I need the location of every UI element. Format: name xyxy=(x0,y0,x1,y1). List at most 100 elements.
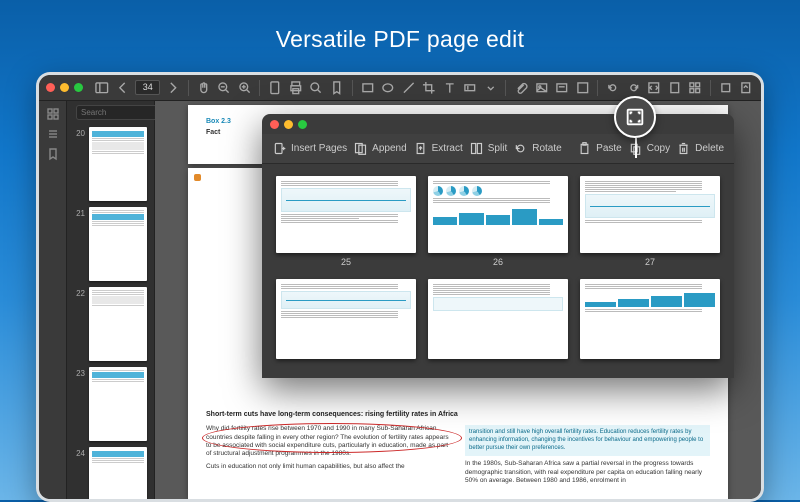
page-number-input[interactable]: 34 xyxy=(135,80,160,95)
text-tool-icon[interactable] xyxy=(442,80,458,96)
page-grid[interactable]: 25 26 27 xyxy=(262,164,734,378)
page-thumbnail[interactable]: 27 xyxy=(580,176,720,267)
sidebar-toggle-icon[interactable] xyxy=(94,80,110,96)
print-icon[interactable] xyxy=(288,80,304,96)
separator xyxy=(188,80,189,96)
fit-width-icon[interactable] xyxy=(646,80,662,96)
thumbnail-number: 21 xyxy=(73,207,85,218)
thumbnail-page[interactable] xyxy=(89,287,147,361)
separator xyxy=(259,80,260,96)
insert-pages-button[interactable]: Insert Pages xyxy=(272,141,347,156)
more-icon[interactable] xyxy=(575,80,591,96)
rotate-left-icon[interactable] xyxy=(605,80,621,96)
fullscreen-button[interactable] xyxy=(74,83,83,92)
chevron-down-icon[interactable] xyxy=(483,80,499,96)
stamp-icon[interactable] xyxy=(554,80,570,96)
highlighted-text: transition and still have high overall f… xyxy=(465,425,710,456)
hand-tool-icon[interactable] xyxy=(196,80,212,96)
page-editor-panel: Insert Pages Append Extract Split Rotate… xyxy=(262,114,734,378)
outline-mode-icon[interactable] xyxy=(46,127,60,141)
thumbnail-page[interactable] xyxy=(89,447,147,499)
export-icon[interactable] xyxy=(738,80,754,96)
page-number-label: 27 xyxy=(645,257,655,267)
thumbnail-number: 23 xyxy=(73,367,85,378)
textbox-tool-icon[interactable] xyxy=(462,80,478,96)
share-icon[interactable] xyxy=(718,80,734,96)
thumbnail-item[interactable]: 22 xyxy=(73,287,148,361)
thumbnail-sidebar: 20 21 22 23 xyxy=(67,101,155,499)
fullscreen-button[interactable] xyxy=(298,120,307,129)
thumbnail-item[interactable]: 21 xyxy=(73,207,148,281)
zoom-in-icon[interactable] xyxy=(237,80,253,96)
crop-tool-icon[interactable] xyxy=(421,80,437,96)
annotation-marker-icon[interactable] xyxy=(194,174,201,181)
page-thumbnail[interactable] xyxy=(428,279,568,370)
bookmark-icon[interactable] xyxy=(329,80,345,96)
text-columns: Why did fertility rates rise between 197… xyxy=(206,425,710,486)
button-label: Delete xyxy=(695,143,724,154)
paste-button[interactable]: Paste xyxy=(577,141,622,156)
body-text: Cuts in education not only limit human c… xyxy=(206,463,451,471)
separator xyxy=(710,80,711,96)
thumbnail-page[interactable] xyxy=(89,127,147,201)
page-thumbnail[interactable]: 25 xyxy=(276,176,416,267)
section-heading: Short-term cuts have long-term consequen… xyxy=(206,410,710,419)
rotate-button[interactable]: Rotate xyxy=(513,141,561,156)
separator xyxy=(505,80,506,96)
page-thumbnail[interactable]: 26 xyxy=(428,176,568,267)
bookmarks-mode-icon[interactable] xyxy=(46,147,60,161)
image-tool-icon[interactable] xyxy=(534,80,550,96)
prev-page-icon[interactable] xyxy=(115,80,131,96)
page-editor-toolbar: Insert Pages Append Extract Split Rotate… xyxy=(262,134,734,164)
thumbnail-page[interactable] xyxy=(89,367,147,441)
callout-connector xyxy=(635,138,637,158)
rect-tool-icon[interactable] xyxy=(360,80,376,96)
circle-tool-icon[interactable] xyxy=(380,80,396,96)
line-tool-icon[interactable] xyxy=(401,80,417,96)
attachment-icon[interactable] xyxy=(513,80,529,96)
split-button[interactable]: Split xyxy=(469,141,507,156)
button-label: Insert Pages xyxy=(291,143,347,154)
oval-annotation[interactable] xyxy=(202,423,462,453)
mode-strip xyxy=(39,101,67,499)
separator xyxy=(352,80,353,96)
panel-titlebar xyxy=(262,114,734,134)
search-icon[interactable] xyxy=(308,80,324,96)
callout-highlight xyxy=(614,96,656,138)
thumbnail-number: 24 xyxy=(73,447,85,458)
fit-screen-icon xyxy=(624,106,646,128)
separator xyxy=(597,80,598,96)
button-label: Copy xyxy=(647,143,670,154)
thumbnail-item[interactable]: 20 xyxy=(73,127,148,201)
extract-button[interactable]: Extract xyxy=(413,141,463,156)
thumbnail-number: 20 xyxy=(73,127,85,138)
main-toolbar: 34 xyxy=(39,75,761,101)
close-button[interactable] xyxy=(46,83,55,92)
window-controls xyxy=(46,83,83,92)
page-number-label: 25 xyxy=(341,257,351,267)
thumbnail-number: 22 xyxy=(73,287,85,298)
thumbnails-mode-icon[interactable] xyxy=(46,107,60,121)
page-thumbnail[interactable] xyxy=(276,279,416,370)
zoom-out-icon[interactable] xyxy=(216,80,232,96)
next-page-icon[interactable] xyxy=(165,80,181,96)
page-thumbnail[interactable] xyxy=(580,279,720,370)
promo-headline: Versatile PDF page edit xyxy=(0,0,800,53)
button-label: Extract xyxy=(432,143,463,154)
minimize-button[interactable] xyxy=(60,83,69,92)
grid-icon[interactable] xyxy=(687,80,703,96)
append-button[interactable]: Append xyxy=(353,141,406,156)
button-label: Split xyxy=(488,143,507,154)
page-icon[interactable] xyxy=(267,80,283,96)
thumbnail-item[interactable]: 24 xyxy=(73,447,148,499)
thumbnail-list[interactable]: 20 21 22 23 xyxy=(67,123,154,499)
delete-button[interactable]: Delete xyxy=(676,141,724,156)
body-text: In the 1980s, Sub-Saharan Africa saw a p… xyxy=(465,460,710,485)
sidebar-search-row xyxy=(67,101,154,123)
fit-page-icon[interactable] xyxy=(667,80,683,96)
minimize-button[interactable] xyxy=(284,120,293,129)
close-button[interactable] xyxy=(270,120,279,129)
thumbnail-item[interactable]: 23 xyxy=(73,367,148,441)
thumbnail-page[interactable] xyxy=(89,207,147,281)
rotate-right-icon[interactable] xyxy=(626,80,642,96)
